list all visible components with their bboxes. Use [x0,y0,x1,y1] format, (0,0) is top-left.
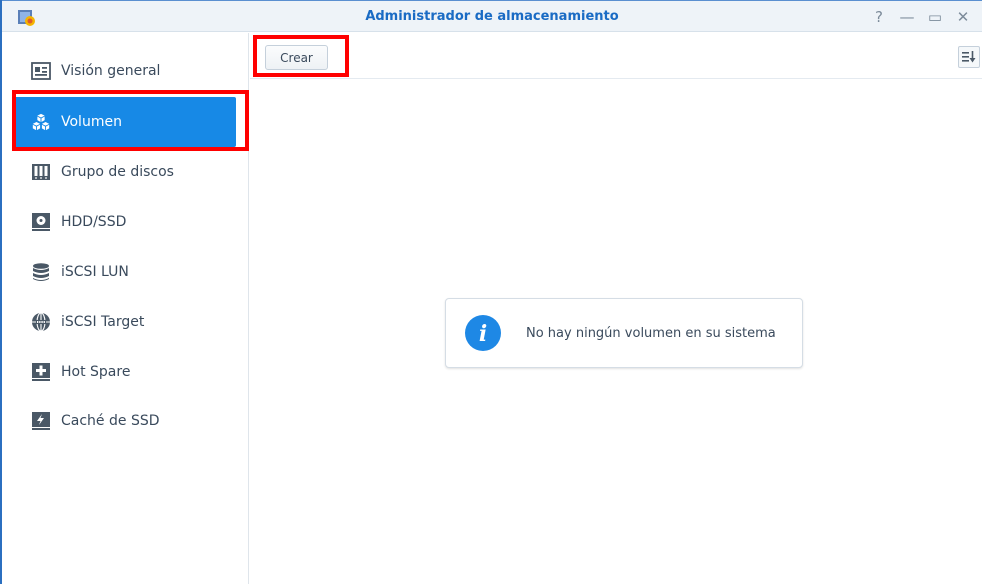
sidebar-item-label: Caché de SSD [61,413,160,429]
main-content: i No hay ningún volumen en su sistema [250,80,982,584]
empty-state-card: i No hay ningún volumen en su sistema [445,298,803,368]
database-icon [31,262,51,282]
close-button[interactable]: ✕ [952,6,974,28]
window-controls: ? — ▭ ✕ [868,6,974,28]
sidebar-item-label: iSCSI LUN [61,264,129,280]
title-bar: Administrador de almacenamiento ? — ▭ ✕ [2,0,982,32]
sidebar-item-label: Visión general [61,63,161,79]
sidebar-item-hot-spare[interactable]: Hot Spare [14,347,236,397]
help-button[interactable]: ? [868,6,890,28]
sidebar: Visión general Volumen Grupo de discos H… [2,33,249,584]
sidebar-item-overview[interactable]: Visión general [14,46,236,96]
sidebar-item-label: Grupo de discos [61,164,174,180]
globe-icon [31,312,51,332]
maximize-button[interactable]: ▭ [924,6,946,28]
svg-text:i: i [479,321,487,347]
minimize-button[interactable]: — [896,6,918,28]
sidebar-item-iscsi-lun[interactable]: iSCSI LUN [14,247,236,297]
sidebar-item-label: Hot Spare [61,364,131,380]
window-title: Administrador de almacenamiento [365,9,619,24]
sidebar-item-label: iSCSI Target [61,314,145,330]
create-button[interactable]: Crear [265,45,328,70]
sidebar-item-iscsi-target[interactable]: iSCSI Target [14,297,236,347]
storage-manager-window: Administrador de almacenamiento ? — ▭ ✕ … [0,0,982,584]
empty-state-message: No hay ningún volumen en su sistema [526,325,776,341]
sidebar-item-label: Volumen [61,114,122,130]
sidebar-item-ssd-cache[interactable]: Caché de SSD [14,396,236,446]
disk-group-icon [31,162,51,182]
sidebar-item-disk-group[interactable]: Grupo de discos [14,147,236,197]
sort-button[interactable] [958,46,980,68]
sidebar-item-volume[interactable]: Volumen [14,97,236,147]
info-icon: i [465,315,501,351]
sidebar-item-label: HDD/SSD [61,214,127,230]
ssd-cache-icon [31,411,51,431]
hot-spare-icon [31,362,51,382]
toolbar: Crear [250,33,982,79]
hdd-icon [31,212,51,232]
sort-icon [962,51,976,63]
overview-icon [31,61,51,81]
sidebar-item-hdd-ssd[interactable]: HDD/SSD [14,197,236,247]
volume-cubes-icon [31,112,51,132]
